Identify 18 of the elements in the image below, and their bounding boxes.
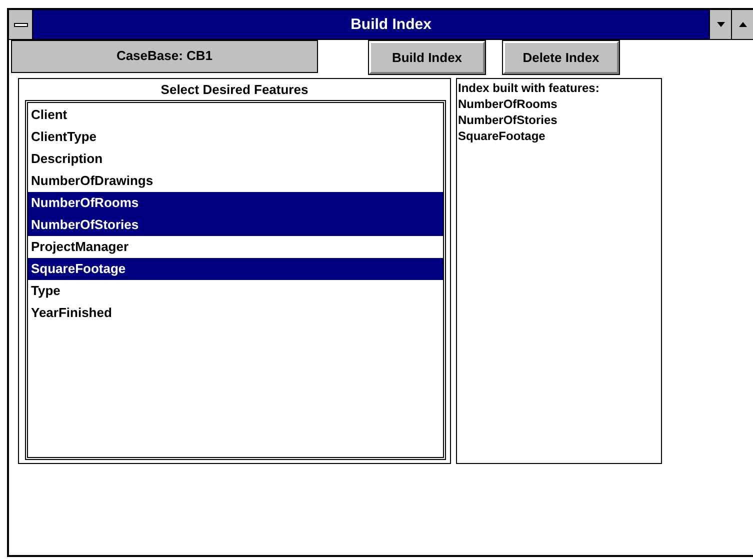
action-button[interactable]: Delete Index <box>503 41 619 74</box>
minus-icon <box>14 22 28 26</box>
maximize-button[interactable] <box>731 10 753 39</box>
features-heading: Select Desired Features <box>160 81 310 99</box>
output-line: NumberOfStories <box>458 112 558 128</box>
feature-item[interactable]: NumberOfRooms <box>28 192 443 214</box>
output-line: Index built with features: <box>458 80 600 96</box>
minimize-button[interactable] <box>709 10 731 39</box>
system-menu-button[interactable] <box>9 10 33 39</box>
down-arrow-icon <box>716 22 724 27</box>
feature-item[interactable]: NumberOfStories <box>28 214 443 236</box>
up-arrow-icon <box>738 22 746 27</box>
window-title: Build Index <box>350 15 432 35</box>
output-line: NumberOfRooms <box>458 96 558 112</box>
feature-item[interactable]: SquareFootage <box>28 258 443 280</box>
casebase-label: CaseBase: CB1 <box>11 40 318 73</box>
action-button[interactable]: Build Index <box>369 41 485 74</box>
output-line: SquareFootage <box>458 128 546 144</box>
